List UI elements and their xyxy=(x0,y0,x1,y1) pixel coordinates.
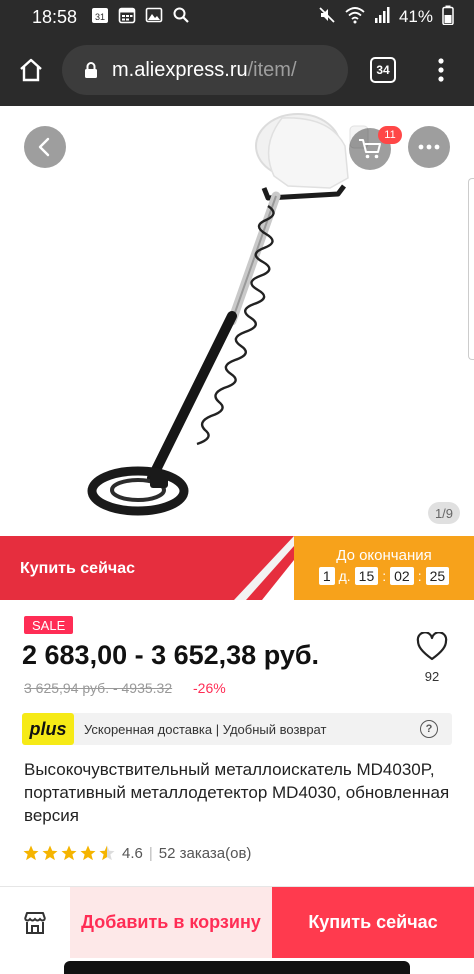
product-gallery[interactable]: 11 1/9 xyxy=(0,106,474,536)
status-bar: 18:58 31 41% xyxy=(0,0,474,34)
calendar-grid-icon xyxy=(118,6,136,29)
image-counter: 1/9 xyxy=(428,502,460,524)
tab-count: 34 xyxy=(370,57,396,83)
promo-band: Купить сейчас До окончания 1 д. 15 : 02 … xyxy=(0,536,474,600)
browser-toolbar: m.aliexpress.ru/item/ 34 xyxy=(0,34,474,106)
cart-icon xyxy=(359,139,381,159)
product-title: Высокочувствительный металлоискатель MD4… xyxy=(24,760,450,825)
mute-icon xyxy=(318,6,336,29)
promo-decoration xyxy=(234,536,294,600)
product-image[interactable] xyxy=(0,106,474,536)
calendar-icon: 31 xyxy=(91,6,109,29)
store-button[interactable] xyxy=(0,887,70,958)
more-horizontal-icon xyxy=(418,144,440,150)
url-path: /item/ xyxy=(247,58,297,81)
chevron-left-icon xyxy=(38,137,50,157)
url-bar[interactable]: m.aliexpress.ru/item/ xyxy=(62,45,348,95)
battery-percent: 41% xyxy=(398,7,433,26)
old-price: 3 625,94 руб. - 4935.32 xyxy=(24,680,173,696)
countdown-colon: : xyxy=(382,568,387,584)
plus-logo: plus xyxy=(22,713,74,745)
star-icon xyxy=(80,845,96,861)
back-button[interactable] xyxy=(24,126,66,168)
promo-buy-now-banner[interactable]: Купить сейчас xyxy=(0,536,294,600)
price-section: SALE 2 683,00 - 3 652,38 руб. 3 625,94 р… xyxy=(0,600,474,710)
battery-icon xyxy=(442,5,454,30)
calendar-day: 31 xyxy=(95,12,105,22)
search-icon xyxy=(172,6,190,29)
delivery-info-row[interactable]: plus Ускоренная доставка | Удобный возвр… xyxy=(22,713,452,745)
browser-menu-button[interactable] xyxy=(418,34,464,106)
wishlist-count: 92 xyxy=(424,669,440,684)
heart-icon xyxy=(416,631,448,661)
rating-row[interactable]: 4.6 | 52 заказа(ов) xyxy=(22,844,251,862)
bottom-action-bar: Добавить в корзину Купить сейчас xyxy=(0,887,474,958)
question-icon[interactable]: ? xyxy=(420,720,438,738)
star-icon xyxy=(61,845,77,861)
half-star-icon xyxy=(99,845,115,861)
gallery-icon xyxy=(145,6,163,29)
star-icon xyxy=(42,845,58,861)
signal-icon xyxy=(374,6,390,29)
more-vertical-icon xyxy=(438,58,444,82)
buy-now-button[interactable]: Купить сейчас xyxy=(272,887,474,958)
add-to-cart-button[interactable]: Добавить в корзину xyxy=(70,887,272,958)
home-icon xyxy=(20,58,42,82)
countdown-hours: 15 xyxy=(354,567,379,585)
url-domain: m.aliexpress.ru xyxy=(112,58,248,81)
more-button[interactable] xyxy=(408,126,450,168)
rating-value: 4.6 xyxy=(122,844,143,862)
star-rating xyxy=(22,844,116,862)
lock-icon xyxy=(85,62,97,78)
current-price: 2 683,00 - 3 652,38 руб. xyxy=(22,640,320,670)
sale-badge: SALE xyxy=(24,616,74,634)
home-indicator[interactable] xyxy=(64,961,410,974)
countdown-title: До окончания xyxy=(336,547,432,564)
wifi-icon xyxy=(345,6,365,29)
wishlist-button[interactable]: 92 xyxy=(414,631,450,684)
home-button[interactable] xyxy=(0,34,62,106)
edge-panel-handle[interactable] xyxy=(468,178,474,360)
star-icon xyxy=(23,845,39,861)
countdown-panel: До окончания 1 д. 15 : 02 : 25 xyxy=(294,536,474,600)
countdown-colon: : xyxy=(417,568,422,584)
cart-badge: 11 xyxy=(378,126,402,144)
countdown-days-unit: д. xyxy=(338,568,351,584)
countdown-timer: 1 д. 15 : 02 : 25 xyxy=(294,567,474,585)
countdown-minutes: 02 xyxy=(390,567,414,585)
countdown-seconds: 25 xyxy=(425,567,450,585)
discount-percent: -26% xyxy=(193,680,226,696)
clock: 18:58 xyxy=(32,6,78,27)
promo-buy-now-label: Купить сейчас xyxy=(20,560,135,577)
countdown-days: 1 xyxy=(318,567,335,585)
tab-switcher-button[interactable]: 34 xyxy=(348,34,418,106)
store-icon xyxy=(24,911,46,934)
rating-divider: | xyxy=(148,844,153,862)
delivery-text: Ускоренная доставка | Удобный возврат xyxy=(84,721,327,737)
orders-count: 52 заказа(ов) xyxy=(158,844,252,862)
